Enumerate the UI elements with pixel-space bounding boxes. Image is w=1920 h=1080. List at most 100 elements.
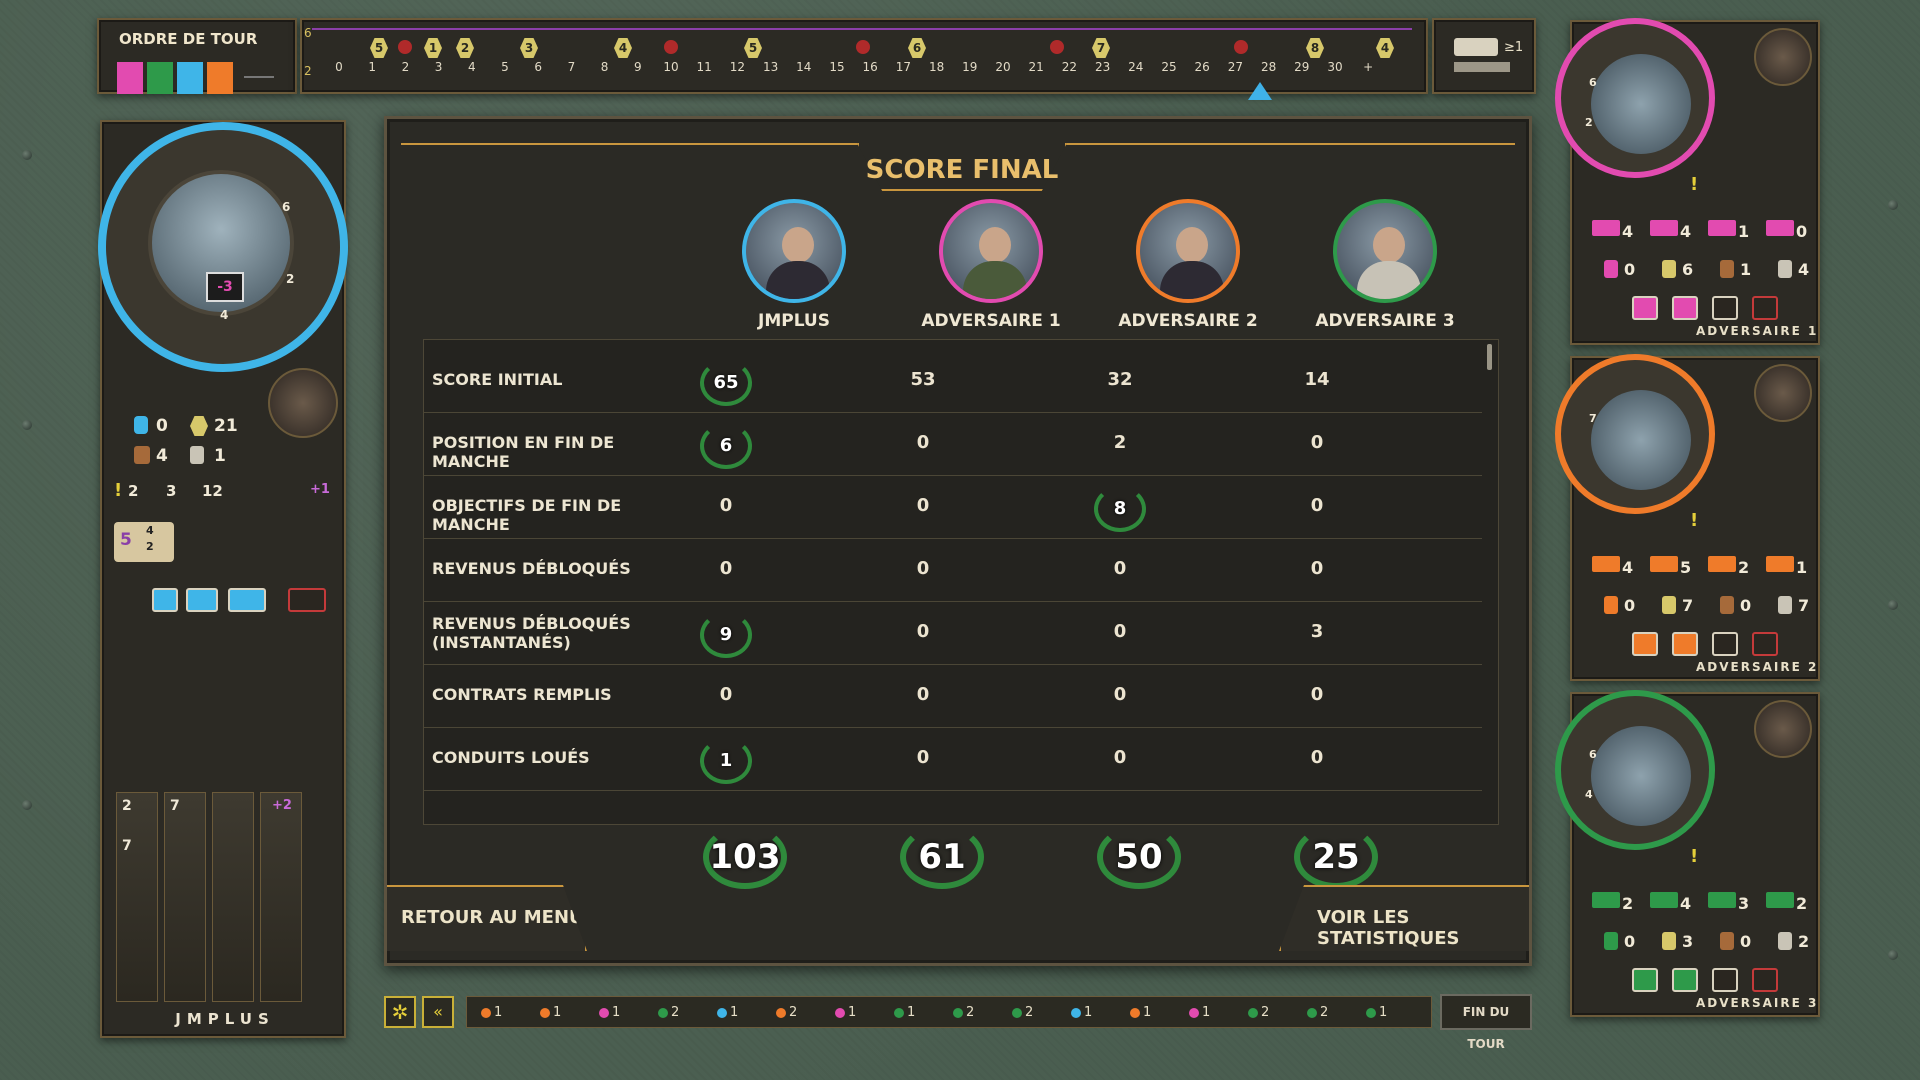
history-entry[interactable]: 2 — [776, 1005, 797, 1020]
score-cell: 2 — [1080, 423, 1160, 463]
score-row: CONDUITS LOUÉS 1 0 0 0 — [424, 728, 1482, 791]
track-number: 27 — [1227, 60, 1244, 74]
end-condition-text: ≥1 — [1504, 40, 1524, 55]
view-stats-button[interactable]: VOIR LES STATISTIQUES — [1279, 885, 1529, 951]
player-name: ADVERSAIRE 3 — [1315, 311, 1455, 331]
building-slot[interactable] — [1752, 296, 1778, 320]
engineer-icon — [134, 446, 150, 464]
rivet — [22, 420, 32, 430]
score-table[interactable]: SCORE INITIAL 65 53 32 14 POSITION EN FIN DE … — [423, 339, 1499, 825]
laurel-score-value: 1 — [700, 738, 752, 784]
opponent-panel[interactable]: 6 4! 2 4 3 2 0 3 0 2 ADVERSAIRE 3 — [1555, 690, 1820, 1022]
resource-count: 1 — [1740, 260, 1752, 279]
history-entry[interactable]: 1 — [894, 1005, 915, 1020]
building-slot-2[interactable] — [186, 588, 218, 612]
track-number: 28 — [1260, 60, 1277, 74]
building-slot[interactable] — [1672, 632, 1698, 656]
score-cell: 0 — [1277, 423, 1357, 463]
building-slot[interactable] — [1672, 968, 1698, 992]
structure-icon — [1650, 556, 1678, 572]
resource-count: 0 — [1624, 932, 1636, 951]
track-number: + — [1363, 60, 1374, 74]
settings-gear-icon[interactable]: ✲ — [384, 996, 416, 1028]
resource-count: 2 — [1798, 932, 1810, 951]
opponent-wheel[interactable]: 62 — [1555, 18, 1715, 178]
history-entry[interactable]: 1 — [1071, 1005, 1092, 1020]
score-value: 0 — [916, 558, 930, 579]
history-entry[interactable]: 2 — [953, 1005, 974, 1020]
excavator-icon — [1778, 596, 1792, 614]
opponent-name: ADVERSAIRE 3 — [1696, 996, 1819, 1010]
total-score-value: 103 — [703, 825, 787, 889]
engineer-icon — [1720, 260, 1734, 278]
opponent-panel[interactable]: 6 2! 4 4 1 0 0 6 1 4 ADVERSAIRE 1 — [1555, 18, 1820, 350]
player-dot-icon — [1189, 1007, 1199, 1018]
opponent-wheel[interactable]: 7 — [1555, 354, 1715, 514]
history-entry[interactable]: 1 — [1366, 1005, 1387, 1020]
track-penalty-icon — [1050, 40, 1064, 54]
score-row-label: OBJECTIFS DE FIN DE MANCHE — [432, 496, 622, 534]
engineer-icon — [1720, 596, 1734, 614]
building-slot[interactable] — [1672, 296, 1698, 320]
structure-count: 1 — [1738, 222, 1750, 241]
action-history-strip[interactable]: 1 1 1 2 1 2 1 1 2 2 1 1 1 2 2 1 — [466, 996, 1432, 1028]
building-slot-4[interactable] — [288, 588, 326, 612]
opponent-panel[interactable]: 7! 4 5 2 1 0 7 0 7 ADVERSAIRE 2 — [1555, 354, 1820, 686]
history-entry[interactable]: 1 — [1130, 1005, 1151, 1020]
score-value: 0 — [916, 684, 930, 705]
history-entry[interactable]: 1 — [717, 1005, 738, 1020]
building-slot[interactable] — [1712, 968, 1738, 992]
building-slot-3[interactable] — [228, 588, 266, 612]
end-turn-button[interactable]: FIN DU TOUR — [1440, 994, 1532, 1051]
player-dot-icon — [1248, 1007, 1258, 1018]
building-slot[interactable] — [1632, 968, 1658, 992]
building-slot[interactable] — [1712, 632, 1738, 656]
history-entry[interactable]: 1 — [540, 1005, 561, 1020]
structure-icon — [1708, 556, 1736, 572]
rewind-icon[interactable]: « — [422, 996, 454, 1028]
score-cell: 0 — [686, 675, 766, 715]
player-column-adversaire-1: ADVERSAIRE 1 — [891, 199, 1091, 331]
opponent-name: ADVERSAIRE 2 — [1696, 660, 1819, 674]
building-slot-1[interactable] — [152, 588, 178, 612]
player-board-jmplus: -3 6 2 4 0 21 4 1 ! 2 3 12 +1 5 4 2 2 7 … — [98, 120, 348, 1038]
history-entry[interactable]: 1 — [835, 1005, 856, 1020]
track-number: 18 — [928, 60, 945, 74]
history-entry[interactable]: 1 — [599, 1005, 620, 1020]
track-number: 23 — [1094, 60, 1111, 74]
credit-icon — [1662, 932, 1676, 950]
rivet — [22, 150, 32, 160]
resource-count: 0 — [1740, 596, 1752, 615]
history-entry[interactable]: 1 — [1189, 1005, 1210, 1020]
scrollbar[interactable] — [1487, 344, 1492, 370]
total-score-value: 25 — [1294, 825, 1378, 889]
structure-count: 2 — [1622, 894, 1634, 913]
building-slot[interactable] — [1752, 968, 1778, 992]
history-entry[interactable]: 2 — [658, 1005, 679, 1020]
building-slot[interactable] — [1752, 632, 1778, 656]
track-number: 26 — [1194, 60, 1210, 74]
building-slot[interactable] — [1712, 296, 1738, 320]
player-avatar — [268, 368, 338, 438]
worker-icon — [1604, 260, 1618, 278]
back-to-menu-button[interactable]: RETOUR AU MENU — [387, 885, 587, 951]
history-entry[interactable]: 2 — [1248, 1005, 1269, 1020]
track-bonus-hex: 5 — [744, 38, 762, 58]
player-dot-icon — [835, 1007, 845, 1018]
excavators-count: 1 — [214, 446, 226, 466]
track-penalty-icon — [856, 40, 870, 54]
score-value: 0 — [1310, 495, 1324, 516]
turn-order-player-4 — [207, 62, 233, 94]
track-number: 0 — [335, 60, 343, 74]
opponent-avatar — [1754, 700, 1812, 758]
building-slot[interactable] — [1632, 296, 1658, 320]
score-cell: 0 — [1080, 549, 1160, 589]
building-slot[interactable] — [1632, 632, 1658, 656]
opponent-wheel[interactable]: 64 — [1555, 690, 1715, 850]
score-row-label: POSITION EN FIN DE MANCHE — [432, 433, 615, 471]
history-entry[interactable]: 2 — [1012, 1005, 1033, 1020]
excavator-icon — [190, 446, 204, 464]
player-dot-icon — [894, 1007, 904, 1018]
history-entry[interactable]: 2 — [1307, 1005, 1328, 1020]
history-entry[interactable]: 1 — [481, 1005, 502, 1020]
